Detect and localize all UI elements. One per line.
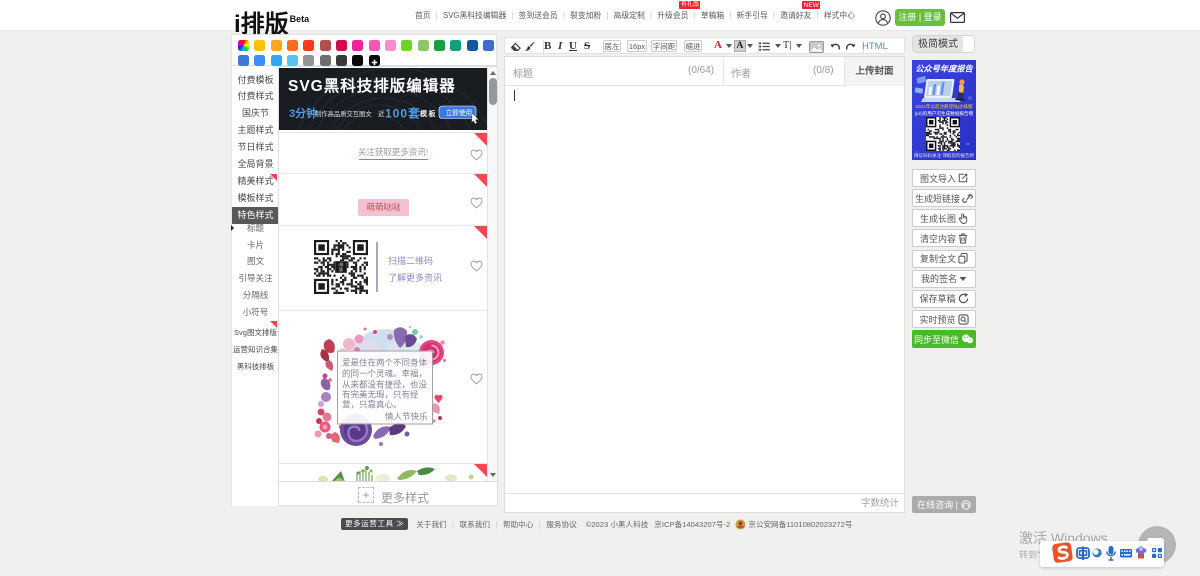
svg-text:营，只靠真心。: 营，只靠真心。 — [342, 400, 402, 410]
svg-text:爱是住在两个不同身体: 爱是住在两个不同身体 — [342, 358, 428, 368]
svg-text:情人节快乐: 情人节快乐 — [385, 412, 428, 422]
svg-text:SVG黑科技排版编辑器: SVG黑科技排版编辑器 — [288, 76, 456, 95]
svg-text:从来都没有捷径，也没: 从来都没有捷径，也没 — [342, 380, 428, 390]
svg-text:100套: 100套 — [385, 106, 421, 121]
svg-text:的同一个灵魂。幸福，: 的同一个灵魂。幸福， — [342, 369, 427, 379]
svg-text:近: 近 — [378, 109, 385, 118]
svg-text:有完美无瑕，只有经: 有完美无瑕，只有经 — [342, 390, 419, 400]
svg-text:立即使用: 立即使用 — [446, 108, 473, 117]
svg-text:制作高品质交互图文: 制作高品质交互图文 — [315, 109, 372, 118]
svg-text:公众号年度报告: 公众号年度报告 — [915, 64, 973, 74]
svg-text:模板: 模板 — [420, 109, 437, 118]
svg-text:2022年以前注册登陆过i排版: 2022年以前注册登陆过i排版 — [915, 103, 973, 110]
svg-text:3分钟: 3分钟 — [289, 106, 317, 120]
svg-text:(pc)的用户可生成数据报告哦: (pc)的用户可生成数据报告哦 — [915, 110, 974, 117]
